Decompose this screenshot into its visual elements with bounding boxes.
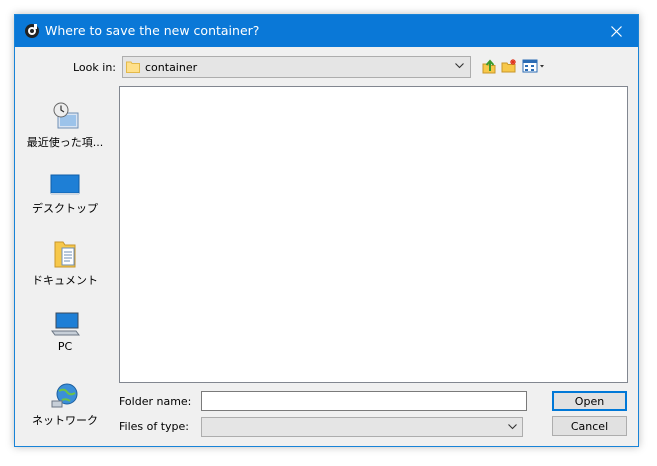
- place-label: ドキュメント: [32, 274, 98, 287]
- app-icon: [25, 24, 39, 38]
- place-pc[interactable]: PC: [15, 311, 115, 353]
- cancel-button[interactable]: Cancel: [552, 416, 627, 436]
- new-folder-icon[interactable]: [501, 58, 517, 74]
- look-in-combo[interactable]: container: [122, 56, 471, 78]
- files-of-type-label: Files of type:: [119, 420, 190, 433]
- recent-places-icon: [53, 102, 79, 129]
- documents-icon: [54, 241, 76, 268]
- place-label: デスクトップ: [32, 202, 98, 215]
- chevron-down-icon: [455, 63, 464, 69]
- place-label: 最近使った項...: [26, 136, 104, 149]
- save-dialog: Where to save the new container? Look in…: [14, 14, 639, 447]
- folder-name-label: Folder name:: [119, 395, 192, 408]
- title-bar[interactable]: Where to save the new container?: [15, 15, 638, 47]
- desktop-icon: [50, 174, 80, 195]
- computer-icon: [51, 312, 80, 336]
- dialog-title: Where to save the new container?: [45, 23, 260, 38]
- folder-name-input[interactable]: [201, 391, 527, 411]
- place-documents[interactable]: ドキュメント: [15, 239, 115, 288]
- network-icon: [51, 383, 78, 408]
- file-list[interactable]: [119, 86, 628, 383]
- open-button[interactable]: Open: [552, 391, 627, 411]
- close-icon: [610, 25, 622, 37]
- close-button[interactable]: [594, 15, 638, 47]
- place-desktop[interactable]: デスクトップ: [15, 173, 115, 216]
- place-label: ネットワーク: [32, 414, 98, 427]
- look-in-label: Look in:: [73, 61, 116, 74]
- place-recent[interactable]: 最近使った項...: [15, 101, 115, 150]
- files-of-type-combo[interactable]: [201, 417, 523, 437]
- place-label: PC: [57, 340, 73, 353]
- place-network[interactable]: ネットワーク: [15, 383, 115, 428]
- up-one-level-icon[interactable]: [481, 58, 497, 74]
- look-in-value: container: [145, 61, 198, 74]
- view-menu-icon[interactable]: [522, 58, 547, 74]
- chevron-down-icon: [508, 424, 517, 430]
- folder-icon: [126, 61, 140, 73]
- places-bar: 最近使った項... デスクトップ ドキュメント PC ネットワーク: [15, 87, 115, 447]
